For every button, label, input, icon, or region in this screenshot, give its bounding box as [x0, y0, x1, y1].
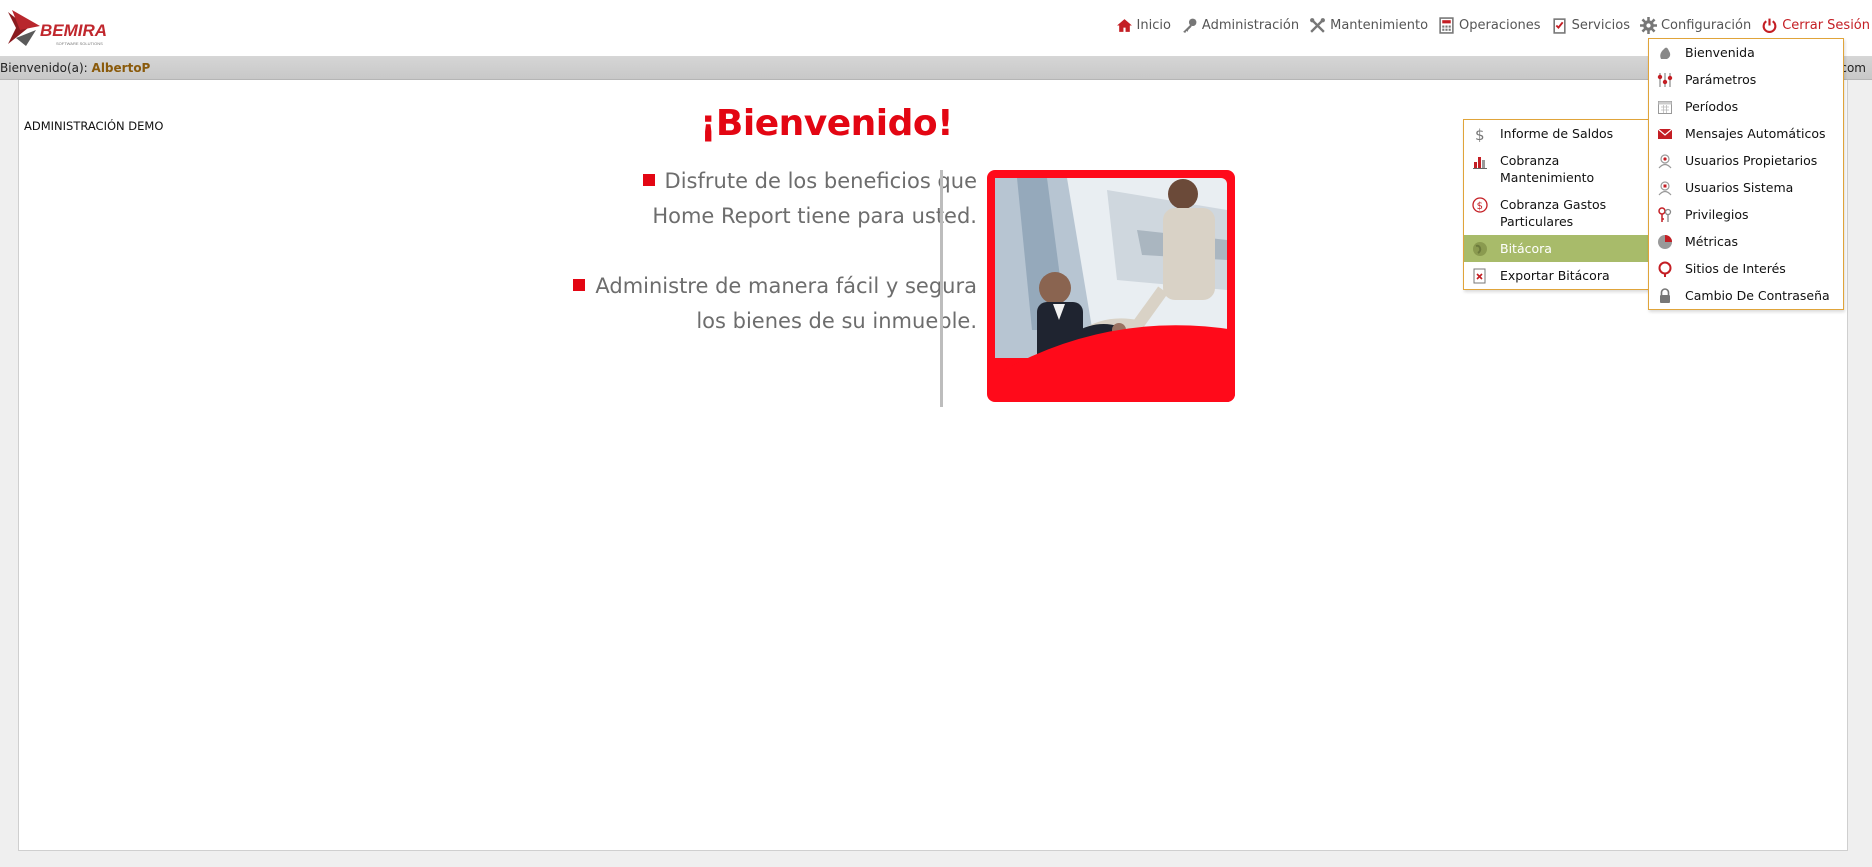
globe-icon: [1473, 242, 1487, 256]
menu-item-informe-saldos[interactable]: $ Informe de Saldos: [1464, 120, 1658, 147]
menu-item-bitacora[interactable]: Bitácora: [1464, 235, 1658, 262]
home-icon: [1116, 18, 1132, 32]
nav-label: Configuración: [1660, 17, 1752, 33]
nav-servicios[interactable]: Servicios: [1551, 17, 1630, 34]
user-icon: [1658, 154, 1672, 169]
svg-text:SOFTWARE SOLUTIONS: SOFTWARE SOLUTIONS: [56, 41, 103, 46]
hand-icon: [1660, 47, 1671, 59]
nav-label: Cerrar Sesión: [1782, 17, 1870, 33]
keys-icon: [1658, 207, 1672, 222]
bullet-square-icon: [642, 174, 655, 186]
key-icon: [1183, 18, 1197, 33]
menu-item-usuarios-propietarios[interactable]: Usuarios Propietarios: [1649, 147, 1843, 174]
welcome-bar: Bienvenido(a): AlbertoP com: [0, 56, 1872, 80]
svg-text:$: $: [1475, 126, 1485, 142]
bullet-benefits: Disfrute de los beneficios que Home Repo…: [642, 164, 977, 234]
menu-item-privilegios[interactable]: Privilegios: [1649, 201, 1843, 228]
top-header: BEMIRA SOFTWARE SOLUTIONS Inicio Adminis…: [0, 0, 1872, 56]
welcome-user: AlbertoP: [91, 61, 151, 75]
menu-item-label: Privilegios: [1685, 207, 1749, 222]
main-nav: Inicio Administración Mantenimiento Oper…: [1106, 14, 1870, 36]
bullet-manage: Administre de manera fácil y segura los …: [573, 269, 977, 339]
configuracion-dropdown: Bienvenida Parámetros Períodos Mensajes …: [1648, 38, 1844, 310]
tools-icon: [1310, 17, 1326, 33]
menu-item-metricas[interactable]: Métricas: [1649, 228, 1843, 255]
bemira-logo[interactable]: BEMIRA SOFTWARE SOLUTIONS: [6, 8, 136, 48]
svg-text:$: $: [1477, 201, 1483, 212]
divider: [940, 170, 943, 407]
lock-icon: [1660, 288, 1670, 303]
menu-item-usuarios-sistema[interactable]: Usuarios Sistema: [1649, 174, 1843, 201]
nav-inicio[interactable]: Inicio: [1116, 17, 1171, 34]
bullet-text: Administre de manera fácil y segura: [595, 274, 977, 298]
calculator-icon: [1439, 16, 1454, 34]
menu-item-label: Usuarios Propietarios: [1685, 153, 1818, 168]
menu-item-label: Cobranza Mantenimiento: [1500, 153, 1595, 185]
pin-icon: [1658, 261, 1672, 277]
menu-item-mensajes-automaticos[interactable]: Mensajes Automáticos: [1649, 120, 1843, 147]
user-gear-icon: [1658, 181, 1672, 196]
menu-item-bienvenida[interactable]: Bienvenida: [1649, 39, 1843, 66]
coin-icon: $: [1472, 197, 1488, 213]
nav-operaciones[interactable]: Operaciones: [1438, 16, 1541, 34]
nav-label: Inicio: [1136, 17, 1171, 33]
clipboard-icon: [1552, 17, 1566, 34]
handshake-photo: [987, 170, 1235, 402]
power-icon: [1762, 18, 1777, 33]
calendar-icon: [1658, 101, 1672, 114]
menu-item-label: Mensajes Automáticos: [1685, 126, 1826, 141]
menu-item-label: Cobranza Gastos Particulares: [1500, 197, 1607, 229]
menu-item-label: Exportar Bitácora: [1500, 268, 1610, 283]
nav-cerrar-sesion[interactable]: Cerrar Sesión: [1761, 17, 1870, 34]
export-icon: [1473, 268, 1486, 284]
menu-item-exportar-bitacora[interactable]: Exportar Bitácora: [1464, 262, 1658, 289]
menu-item-label: Usuarios Sistema: [1685, 180, 1794, 195]
nav-administracion[interactable]: Administración: [1181, 17, 1299, 34]
menu-item-label: Informe de Saldos: [1500, 126, 1614, 141]
menu-item-sitios-interes[interactable]: Sitios de Interés: [1649, 255, 1843, 282]
dollar-icon: $: [1475, 126, 1485, 142]
nav-label: Administración: [1201, 17, 1300, 33]
bullet-text: los bienes de su inmueble.: [696, 309, 977, 333]
menu-item-label: Bitácora: [1500, 241, 1552, 256]
menu-item-cambio-contrasena[interactable]: Cambio De Contraseña: [1649, 282, 1843, 309]
svg-text:BEMIRA: BEMIRA: [40, 21, 107, 40]
bullet-text: Home Report tiene para usted.: [652, 204, 977, 228]
welcome-prefix: Bienvenido(a):: [0, 61, 88, 75]
pie-chart-icon: [1658, 235, 1672, 249]
bullet-text: Disfrute de los beneficios que: [664, 169, 977, 193]
menu-item-label: Sitios de Interés: [1685, 261, 1786, 276]
menu-item-cobranza-gastos[interactable]: $ Cobranza Gastos Particulares: [1464, 191, 1658, 235]
menu-item-cobranza-mantenimiento[interactable]: Cobranza Mantenimiento: [1464, 147, 1658, 191]
menu-item-periodos[interactable]: Períodos: [1649, 93, 1843, 120]
gear-icon: [1639, 16, 1657, 34]
hero-title: ¡Bienvenido!: [700, 103, 954, 144]
admin-title: ADMINISTRACIÓN DEMO: [24, 119, 164, 133]
nav-label: Operaciones: [1459, 17, 1541, 33]
servicios-dropdown: $ Informe de Saldos Cobranza Mantenimien…: [1463, 119, 1659, 290]
bar-chart-icon: [1473, 157, 1487, 169]
menu-item-label: Parámetros: [1685, 72, 1757, 87]
menu-item-label: Métricas: [1685, 234, 1739, 249]
sliders-icon: [1657, 73, 1673, 87]
nav-label: Servicios: [1571, 17, 1630, 33]
nav-mantenimiento[interactable]: Mantenimiento: [1309, 17, 1428, 34]
menu-item-label: Bienvenida: [1685, 45, 1755, 60]
menu-item-label: Cambio De Contraseña: [1685, 288, 1830, 303]
bullet-square-icon: [573, 279, 586, 291]
nav-configuracion[interactable]: Configuración: [1639, 16, 1752, 34]
envelope-icon: [1657, 128, 1673, 139]
welcome-right-text: com: [1840, 61, 1866, 75]
menu-item-parametros[interactable]: Parámetros: [1649, 66, 1843, 93]
nav-label: Mantenimiento: [1330, 17, 1429, 33]
menu-item-label: Períodos: [1685, 99, 1739, 114]
